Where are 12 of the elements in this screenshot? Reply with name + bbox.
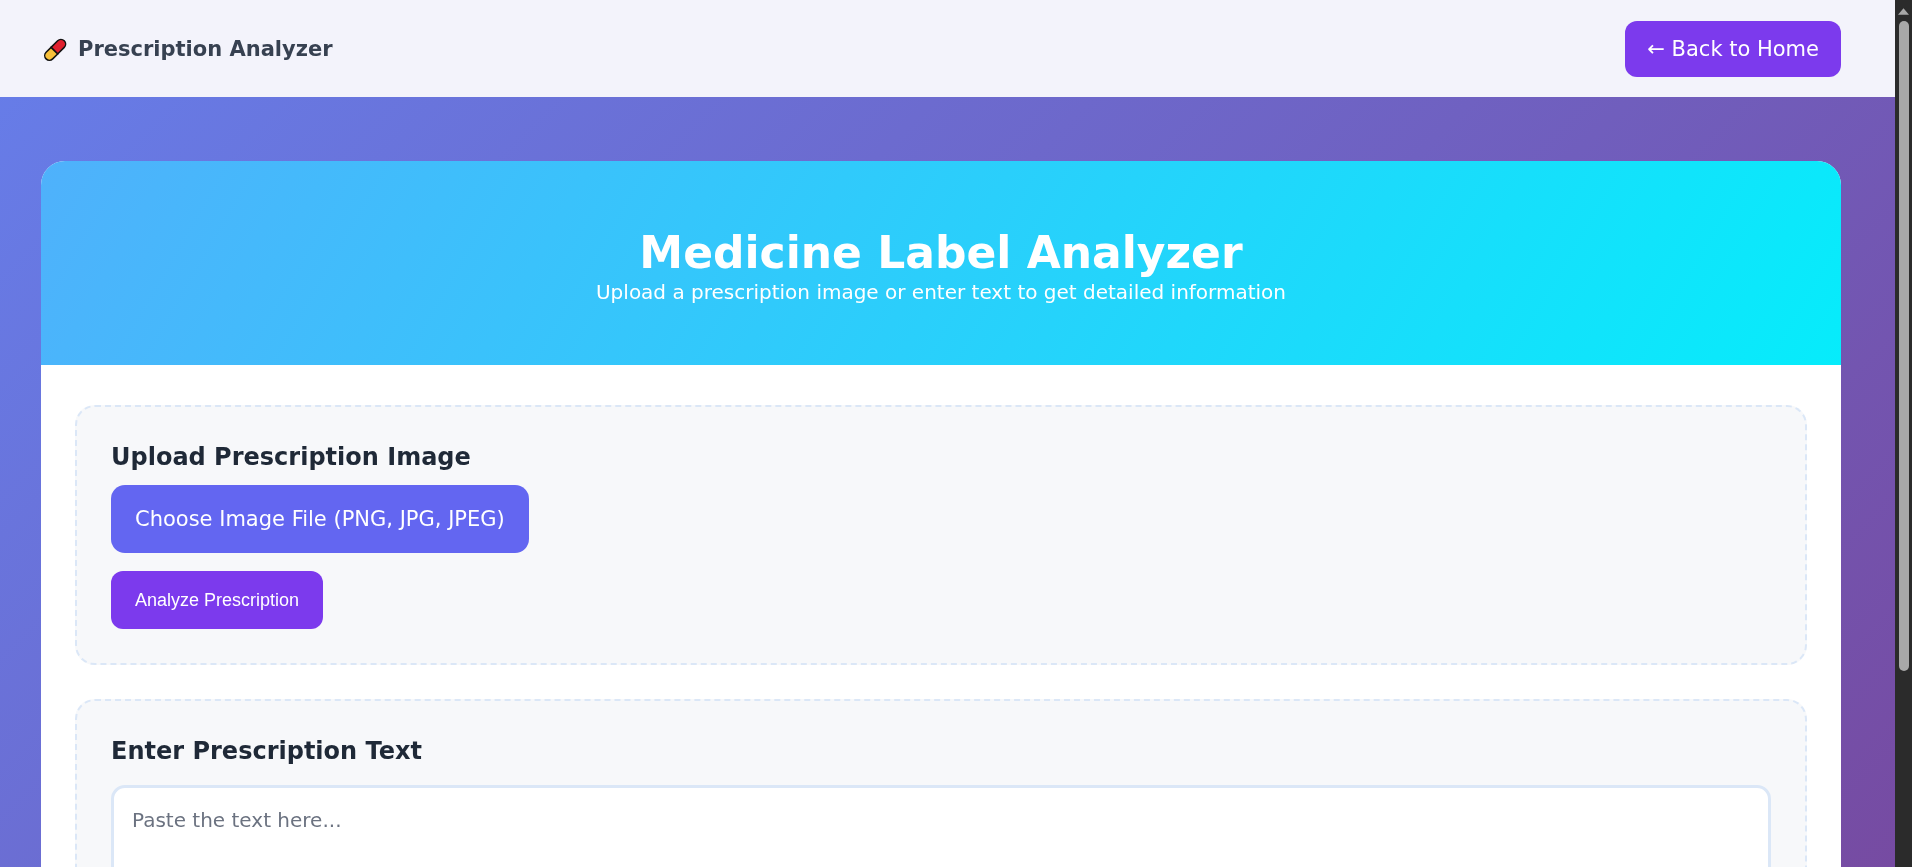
scrollbar[interactable] (1895, 0, 1912, 867)
brand-name[interactable]: Prescription Analyzer (78, 36, 333, 61)
section-heading: Enter Prescription Text (111, 737, 422, 765)
scrollbar-thumb[interactable] (1898, 21, 1909, 671)
prescription-text-field[interactable]: Paste the text here... (111, 785, 1771, 867)
scroll-up-icon[interactable] (1898, 8, 1909, 15)
page-subtitle: Upload a prescription image or enter text to get detailed information (596, 279, 1286, 304)
page-title: Medicine Label Analyzer (639, 226, 1243, 278)
back-to-home-button[interactable]: ← Back to Home (1625, 20, 1841, 77)
section-heading: Upload Prescription Image (111, 443, 471, 471)
analyze-button[interactable]: Analyze Prescription (111, 571, 324, 629)
choose-file-button[interactable]: Choose Image File (PNG, JPG, JPEG) (111, 485, 529, 553)
